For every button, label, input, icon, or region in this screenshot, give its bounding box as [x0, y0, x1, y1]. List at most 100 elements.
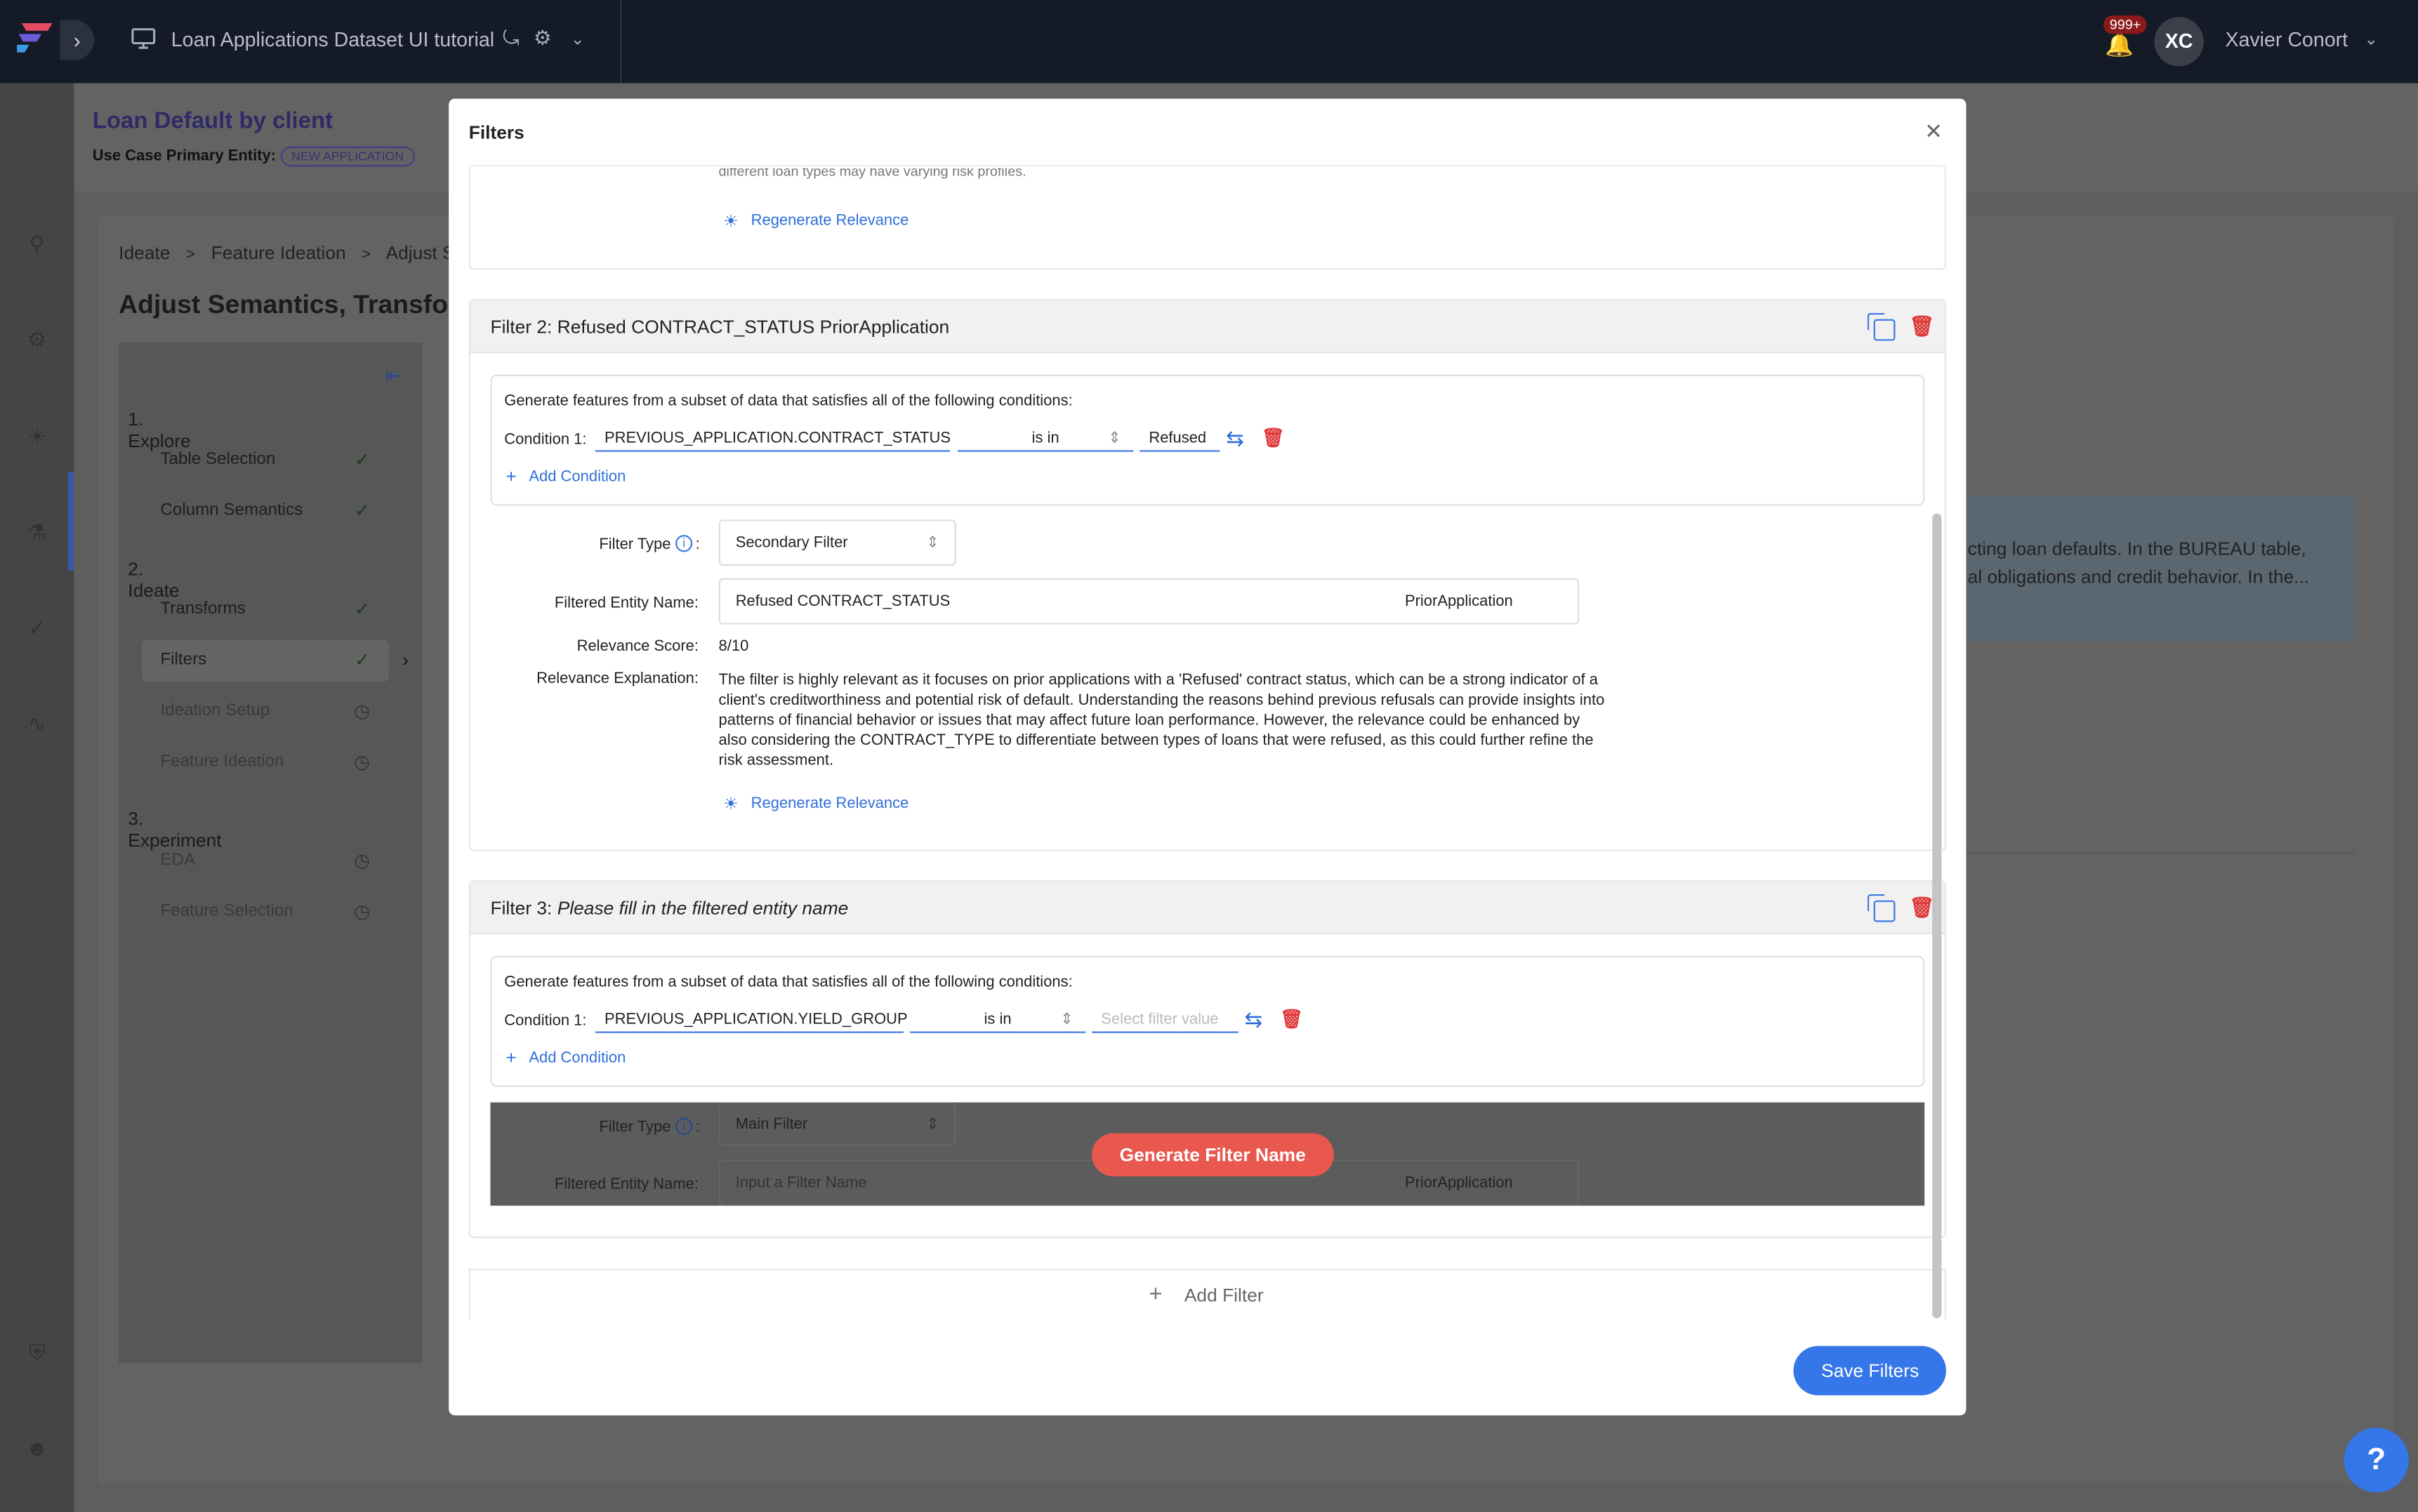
- gear-icon[interactable]: ⚙: [534, 26, 552, 51]
- conditions-box: Generate features from a subset of data …: [490, 374, 1925, 506]
- chevron-down-icon[interactable]: ⌄: [571, 29, 585, 49]
- sort-icon: ⇕: [926, 535, 939, 552]
- entity-name-value: Refused CONTRACT_STATUS: [735, 593, 951, 611]
- breadcrumb-feature-ideation[interactable]: Feature Ideation: [211, 242, 346, 264]
- condition-column-select[interactable]: PREVIOUS_APPLICATION.YIELD_GROUP: [595, 1012, 908, 1033]
- condition-operator-select[interactable]: is in ⇕: [957, 430, 1134, 452]
- filter-1-panel: different loan types may have varying ri…: [468, 166, 1946, 270]
- regenerate-relevance-link[interactable]: Regenerate Relevance: [751, 213, 909, 230]
- lightbulb-icon[interactable]: ☀: [22, 424, 53, 455]
- plus-icon[interactable]: +: [506, 1047, 516, 1068]
- sort-icon: ⇕: [1060, 1011, 1073, 1029]
- info-icon[interactable]: i: [675, 535, 693, 552]
- sidebar-item-label: Column Semantics: [160, 500, 303, 520]
- condition-label: Condition 1:: [504, 432, 587, 449]
- condition-operator-select[interactable]: is in ⇕: [909, 1011, 1086, 1033]
- sidebar-item-table-selection[interactable]: Table Selection ✓: [142, 439, 388, 481]
- filter-type-select[interactable]: Secondary Filter ⇕: [718, 519, 956, 566]
- modal-scrollbar[interactable]: [1932, 513, 1942, 1318]
- modal-title: Filters: [468, 121, 524, 144]
- loading-overlay: Filter Type i : Main Filter ⇕ Filtered En…: [490, 1102, 1925, 1206]
- condition-value-select[interactable]: Refused: [1139, 430, 1220, 452]
- user-name[interactable]: Xavier Conort: [2225, 28, 2348, 51]
- swap-icon[interactable]: ⇆: [1226, 425, 1244, 451]
- delete-condition-icon[interactable]: 🗑: [1262, 427, 1285, 449]
- condition-column-select[interactable]: PREVIOUS_APPLICATION.CONTRACT_STATUS: [595, 430, 951, 452]
- pending-icon: ◷: [354, 700, 371, 722]
- shield-icon[interactable]: ⛨: [22, 1340, 53, 1371]
- flask-icon[interactable]: ⚗: [22, 519, 53, 550]
- add-condition-button[interactable]: Add Condition: [529, 1050, 626, 1067]
- left-nav: ⚲ ⚙ ☀ ⚗ ✓ ∿ ⛨ ☻: [0, 83, 74, 1512]
- monitor-icon: [131, 28, 156, 49]
- sidebar-item-feature-selection[interactable]: Feature Selection ◷: [142, 891, 388, 933]
- sidebar-item-eda[interactable]: EDA ◷: [142, 840, 388, 882]
- avatar[interactable]: XC: [2154, 17, 2204, 67]
- catalog-title[interactable]: Loan Applications Dataset UI tutorial: [171, 28, 494, 51]
- sidebar-item-transforms[interactable]: Transforms ✓: [142, 589, 388, 630]
- telescope-icon[interactable]: ⚲: [22, 231, 53, 262]
- brain-icon[interactable]: ⚙: [22, 327, 53, 358]
- help-button[interactable]: ?: [2344, 1427, 2409, 1493]
- bell-icon[interactable]: 🔔: [2105, 31, 2134, 58]
- entity-name-label: Filtered Entity Name:: [554, 595, 699, 612]
- generate-filter-name-button[interactable]: Generate Filter Name: [1092, 1133, 1334, 1176]
- sidebar-item-label: Ideation Setup: [160, 701, 270, 720]
- user-search-icon[interactable]: ☻: [22, 1435, 53, 1466]
- app-logo[interactable]: [15, 20, 59, 54]
- pulse-icon[interactable]: ∿: [22, 711, 53, 742]
- info-icon[interactable]: i: [675, 1118, 693, 1135]
- filter-type-label: Filter Type: [599, 536, 671, 554]
- collapse-panel-icon[interactable]: ⇤: [385, 364, 402, 388]
- sidebar-item-label: Filters: [160, 650, 207, 670]
- conditions-intro: Generate features from a subset of data …: [504, 393, 1073, 411]
- top-bar: › Loan Applications Dataset UI tutorial …: [0, 0, 2418, 84]
- breadcrumb-ideate[interactable]: Ideate: [119, 242, 170, 264]
- add-filter-label: Add Filter: [1184, 1284, 1264, 1306]
- filter-type-label: Filter Type: [599, 1119, 671, 1136]
- delete-condition-icon[interactable]: 🗑: [1280, 1008, 1303, 1030]
- lightbulb-icon: ☀: [723, 213, 739, 232]
- relevance-score-value: 8/10: [718, 638, 749, 656]
- delete-icon[interactable]: 🗑: [1909, 314, 1934, 339]
- save-filters-button[interactable]: Save Filters: [1793, 1346, 1947, 1395]
- plus-icon[interactable]: +: [506, 465, 516, 487]
- project-title[interactable]: Loan Default by client: [93, 108, 333, 134]
- sidebar-item-filters[interactable]: Filters ✓: [142, 639, 389, 682]
- entity-name-input[interactable]: Refused CONTRACT_STATUS PriorApplication: [718, 578, 1580, 625]
- expand-sidebar-button[interactable]: ›: [60, 20, 94, 60]
- filter-3-header: Filter 3: Please fill in the filtered en…: [470, 882, 1945, 935]
- regenerate-relevance-link[interactable]: Regenerate Relevance: [751, 795, 909, 812]
- add-filter-button[interactable]: + Add Filter: [468, 1268, 1946, 1320]
- filter-2-panel: Filter 2: Refused CONTRACT_STATUS PriorA…: [468, 299, 1946, 851]
- bg-text-line: cting loan defaults. In the BUREAU table…: [1967, 538, 2306, 560]
- share-icon[interactable]: ⤿: [503, 26, 520, 51]
- divider: [1966, 852, 2355, 854]
- close-icon[interactable]: ✕: [1924, 119, 1943, 145]
- condition-value-select[interactable]: Select filter value: [1092, 1012, 1238, 1033]
- sidebar-item-column-semantics[interactable]: Column Semantics ✓: [142, 490, 388, 531]
- sidebar-item-ideation-setup[interactable]: Ideation Setup ◷: [142, 691, 388, 732]
- copy-icon[interactable]: [1867, 312, 1896, 341]
- primary-entity-badge: NEW APPLICATION: [280, 146, 415, 167]
- entity-suffix: PriorApplication: [1404, 1174, 1513, 1192]
- filter-3-panel: Filter 3: Please fill in the filtered en…: [468, 880, 1946, 1238]
- swap-icon[interactable]: ⇆: [1245, 1007, 1263, 1033]
- delete-icon[interactable]: 🗑: [1909, 896, 1934, 920]
- user-menu-chevron-icon[interactable]: ⌄: [2364, 29, 2378, 49]
- operator-value: is in: [1031, 430, 1059, 447]
- add-condition-button[interactable]: Add Condition: [529, 469, 626, 486]
- copy-icon[interactable]: [1867, 894, 1896, 922]
- check-icon[interactable]: ✓: [22, 615, 53, 646]
- nav-active-indicator: [67, 472, 74, 571]
- plus-icon: +: [1149, 1281, 1163, 1308]
- sidebar-item-feature-ideation[interactable]: Feature Ideation ◷: [142, 741, 388, 783]
- conditions-intro: Generate features from a subset of data …: [504, 974, 1073, 992]
- page-title: Adjust Semantics, Transfor: [119, 289, 458, 319]
- colon: :: [695, 536, 700, 554]
- partial-explanation: different loan types may have varying ri…: [718, 168, 1026, 179]
- chevron-right-icon: ›: [402, 649, 409, 671]
- sidebar-item-label: Feature Ideation: [160, 752, 284, 771]
- lightbulb-icon: ☀: [723, 795, 739, 814]
- filter-type-select[interactable]: Main Filter ⇕: [718, 1102, 956, 1146]
